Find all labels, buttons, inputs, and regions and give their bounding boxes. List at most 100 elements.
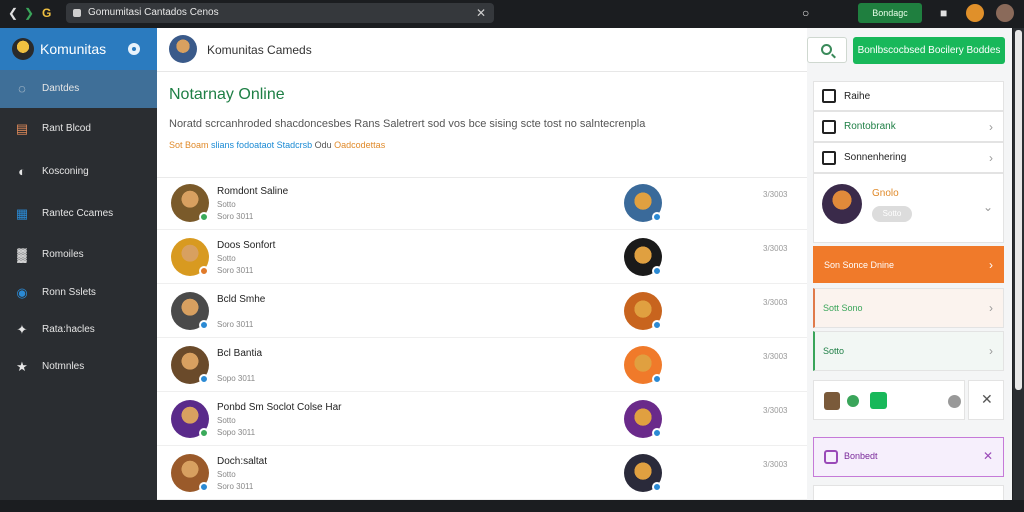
sidebar-item-profiles[interactable]: ▓ Romoiles: [0, 236, 157, 274]
table-row[interactable]: Ponbd Sm Soclot Colse Har Sotto Sopo 3011 3…: [157, 394, 807, 446]
member-meta: Soro 3011: [217, 320, 254, 329]
extension-button[interactable]: Bondagc: [858, 3, 922, 23]
close-icon: ✕: [981, 391, 993, 407]
member-avatar[interactable]: [171, 346, 209, 384]
app-logo-icon: G: [42, 6, 52, 20]
game-avatar[interactable]: [624, 184, 662, 222]
member-meta: Soro 3011: [217, 212, 254, 221]
sidebar-item-notes[interactable]: ★ Notmnles: [0, 348, 157, 386]
card-profile[interactable]: Gnolo Sotto ⌄: [813, 173, 1004, 243]
game-avatar[interactable]: [624, 346, 662, 384]
card-actions[interactable]: [813, 380, 965, 420]
controller-icon: ◉: [16, 285, 28, 300]
square-icon: [822, 120, 836, 134]
member-subtitle: Sotto: [217, 416, 236, 425]
status-bar: [0, 500, 1024, 512]
member-name[interactable]: Bcld Smhe: [217, 294, 265, 305]
game-avatar[interactable]: [624, 454, 662, 492]
game-badge: [652, 374, 662, 384]
info-icon[interactable]: ○: [802, 6, 809, 20]
card-highlight[interactable]: Son Sonce Dnine ›: [813, 246, 1004, 283]
sidebar-item-sets[interactable]: ◉ Ronn Sslets: [0, 274, 157, 312]
member-subtitle: Sotto: [217, 254, 236, 263]
scrollbar-thumb[interactable]: [1015, 30, 1022, 390]
search-icon: [821, 44, 832, 55]
member-avatar[interactable]: [171, 400, 209, 438]
game-avatar[interactable]: [624, 238, 662, 276]
status-badge: [199, 428, 209, 438]
square-icon: [822, 89, 836, 103]
close-icon[interactable]: ✕: [983, 449, 993, 463]
member-avatar[interactable]: [171, 184, 209, 222]
scrollbar[interactable]: [1013, 28, 1024, 500]
table-row[interactable]: Doch:saltat Sotto Soro 3011 3/3003: [157, 448, 807, 500]
member-avatar[interactable]: [171, 292, 209, 330]
sidebar-item-gaming[interactable]: ◐ Kosconing: [0, 153, 157, 191]
card-label: Sotto: [823, 346, 845, 356]
status-badge: [199, 482, 209, 492]
card-3[interactable]: Sonnenhering ›: [813, 142, 1004, 173]
card-purple[interactable]: Bonbedt ✕: [813, 437, 1004, 477]
community-logo-icon: [12, 38, 34, 60]
close-card-button[interactable]: ✕: [968, 380, 1004, 420]
star-icon: ★: [16, 359, 28, 374]
game-avatar[interactable]: [624, 400, 662, 438]
plus-icon[interactable]: [870, 392, 887, 409]
profile-icon[interactable]: [996, 4, 1014, 22]
item-icon: [824, 392, 840, 410]
card-orange[interactable]: Sott Sono ›: [813, 288, 1004, 328]
search-button[interactable]: [807, 37, 847, 63]
member-meta: Soro 3011: [217, 266, 254, 275]
avatar-icon[interactable]: [966, 4, 984, 22]
chevron-right-icon: ›: [989, 151, 993, 165]
sidebar-item-articles[interactable]: ✦ Rata:hacles: [0, 311, 157, 349]
sidebar-item-games[interactable]: ▦ Rantec Ccames: [0, 195, 157, 233]
table-row[interactable]: Romdont Saline Sotto Soro 3011 3/3003: [157, 178, 807, 230]
card-1[interactable]: Raihe: [813, 81, 1004, 111]
close-icon[interactable]: ✕: [476, 3, 486, 23]
member-name[interactable]: Doch:saltat: [217, 456, 267, 467]
sidebar-item-discussions[interactable]: ◌ Dantdes: [0, 70, 157, 108]
link-d[interactable]: Oadcodettas: [334, 140, 385, 150]
member-name[interactable]: Bcl Bantia: [217, 348, 262, 359]
game-avatar[interactable]: [624, 292, 662, 330]
community-avatar[interactable]: [169, 35, 197, 63]
timestamp: 3/3003: [763, 244, 788, 253]
timestamp: 3/3003: [763, 406, 788, 415]
table-row[interactable]: Bcld Smhe Soro 3011 3/3003: [157, 286, 807, 338]
card-green[interactable]: Sotto ›: [813, 331, 1004, 371]
link-row: Sot Boam slians fodoataot Stadcrsb Odu O…: [169, 140, 385, 150]
card-label: Gnolo: [872, 188, 899, 199]
status-badge: [199, 266, 209, 276]
lock-icon: [73, 9, 81, 17]
sidebar-header: Komunitas: [0, 28, 157, 70]
card-2[interactable]: Rontobrank ›: [813, 111, 1004, 142]
link-a[interactable]: Sot Boam: [169, 140, 209, 150]
member-avatar[interactable]: [171, 454, 209, 492]
status-dot-icon[interactable]: [128, 43, 140, 55]
member-name[interactable]: Romdont Saline: [217, 186, 288, 197]
member-name[interactable]: Ponbd Sm Soclot Colse Har: [217, 402, 342, 413]
toggle-icon[interactable]: [948, 395, 961, 408]
coin-icon: [847, 395, 859, 407]
sidebar-item-blog[interactable]: ▤ Rant Blcod: [0, 110, 157, 148]
address-bar[interactable]: Gomumitasi Cantados Cenos ✕: [66, 3, 494, 23]
status-pill: Sotto: [872, 206, 912, 222]
primary-action-button[interactable]: Bonlbscocbsed Bocilery Boddes: [853, 37, 1005, 64]
member-meta: Soro 3011: [217, 482, 254, 491]
member-avatar[interactable]: [171, 238, 209, 276]
tab-title: Gomumitasi Cantados Cenos: [88, 7, 219, 18]
link-b[interactable]: slians fodoataot Stadcrsb: [211, 140, 312, 150]
back-icon[interactable]: ❮: [8, 6, 18, 20]
table-row[interactable]: Bcl Bantia Sopo 3011 3/3003: [157, 340, 807, 392]
sidebar-title: Komunitas: [40, 41, 107, 57]
link-c[interactable]: Odu: [315, 140, 332, 150]
chart-icon: ▓: [17, 247, 27, 262]
main-header-title: Komunitas Cameds: [207, 43, 312, 57]
bookmark-icon[interactable]: ■: [940, 6, 947, 20]
member-name[interactable]: Doos Sonfort: [217, 240, 275, 251]
table-row[interactable]: Doos Sonfort Sotto Soro 3011 3/3003: [157, 232, 807, 284]
sidebar-item-label: Rata:hacles: [42, 324, 95, 335]
forward-icon[interactable]: ❯: [24, 6, 34, 20]
chevron-right-icon: ›: [989, 344, 993, 358]
